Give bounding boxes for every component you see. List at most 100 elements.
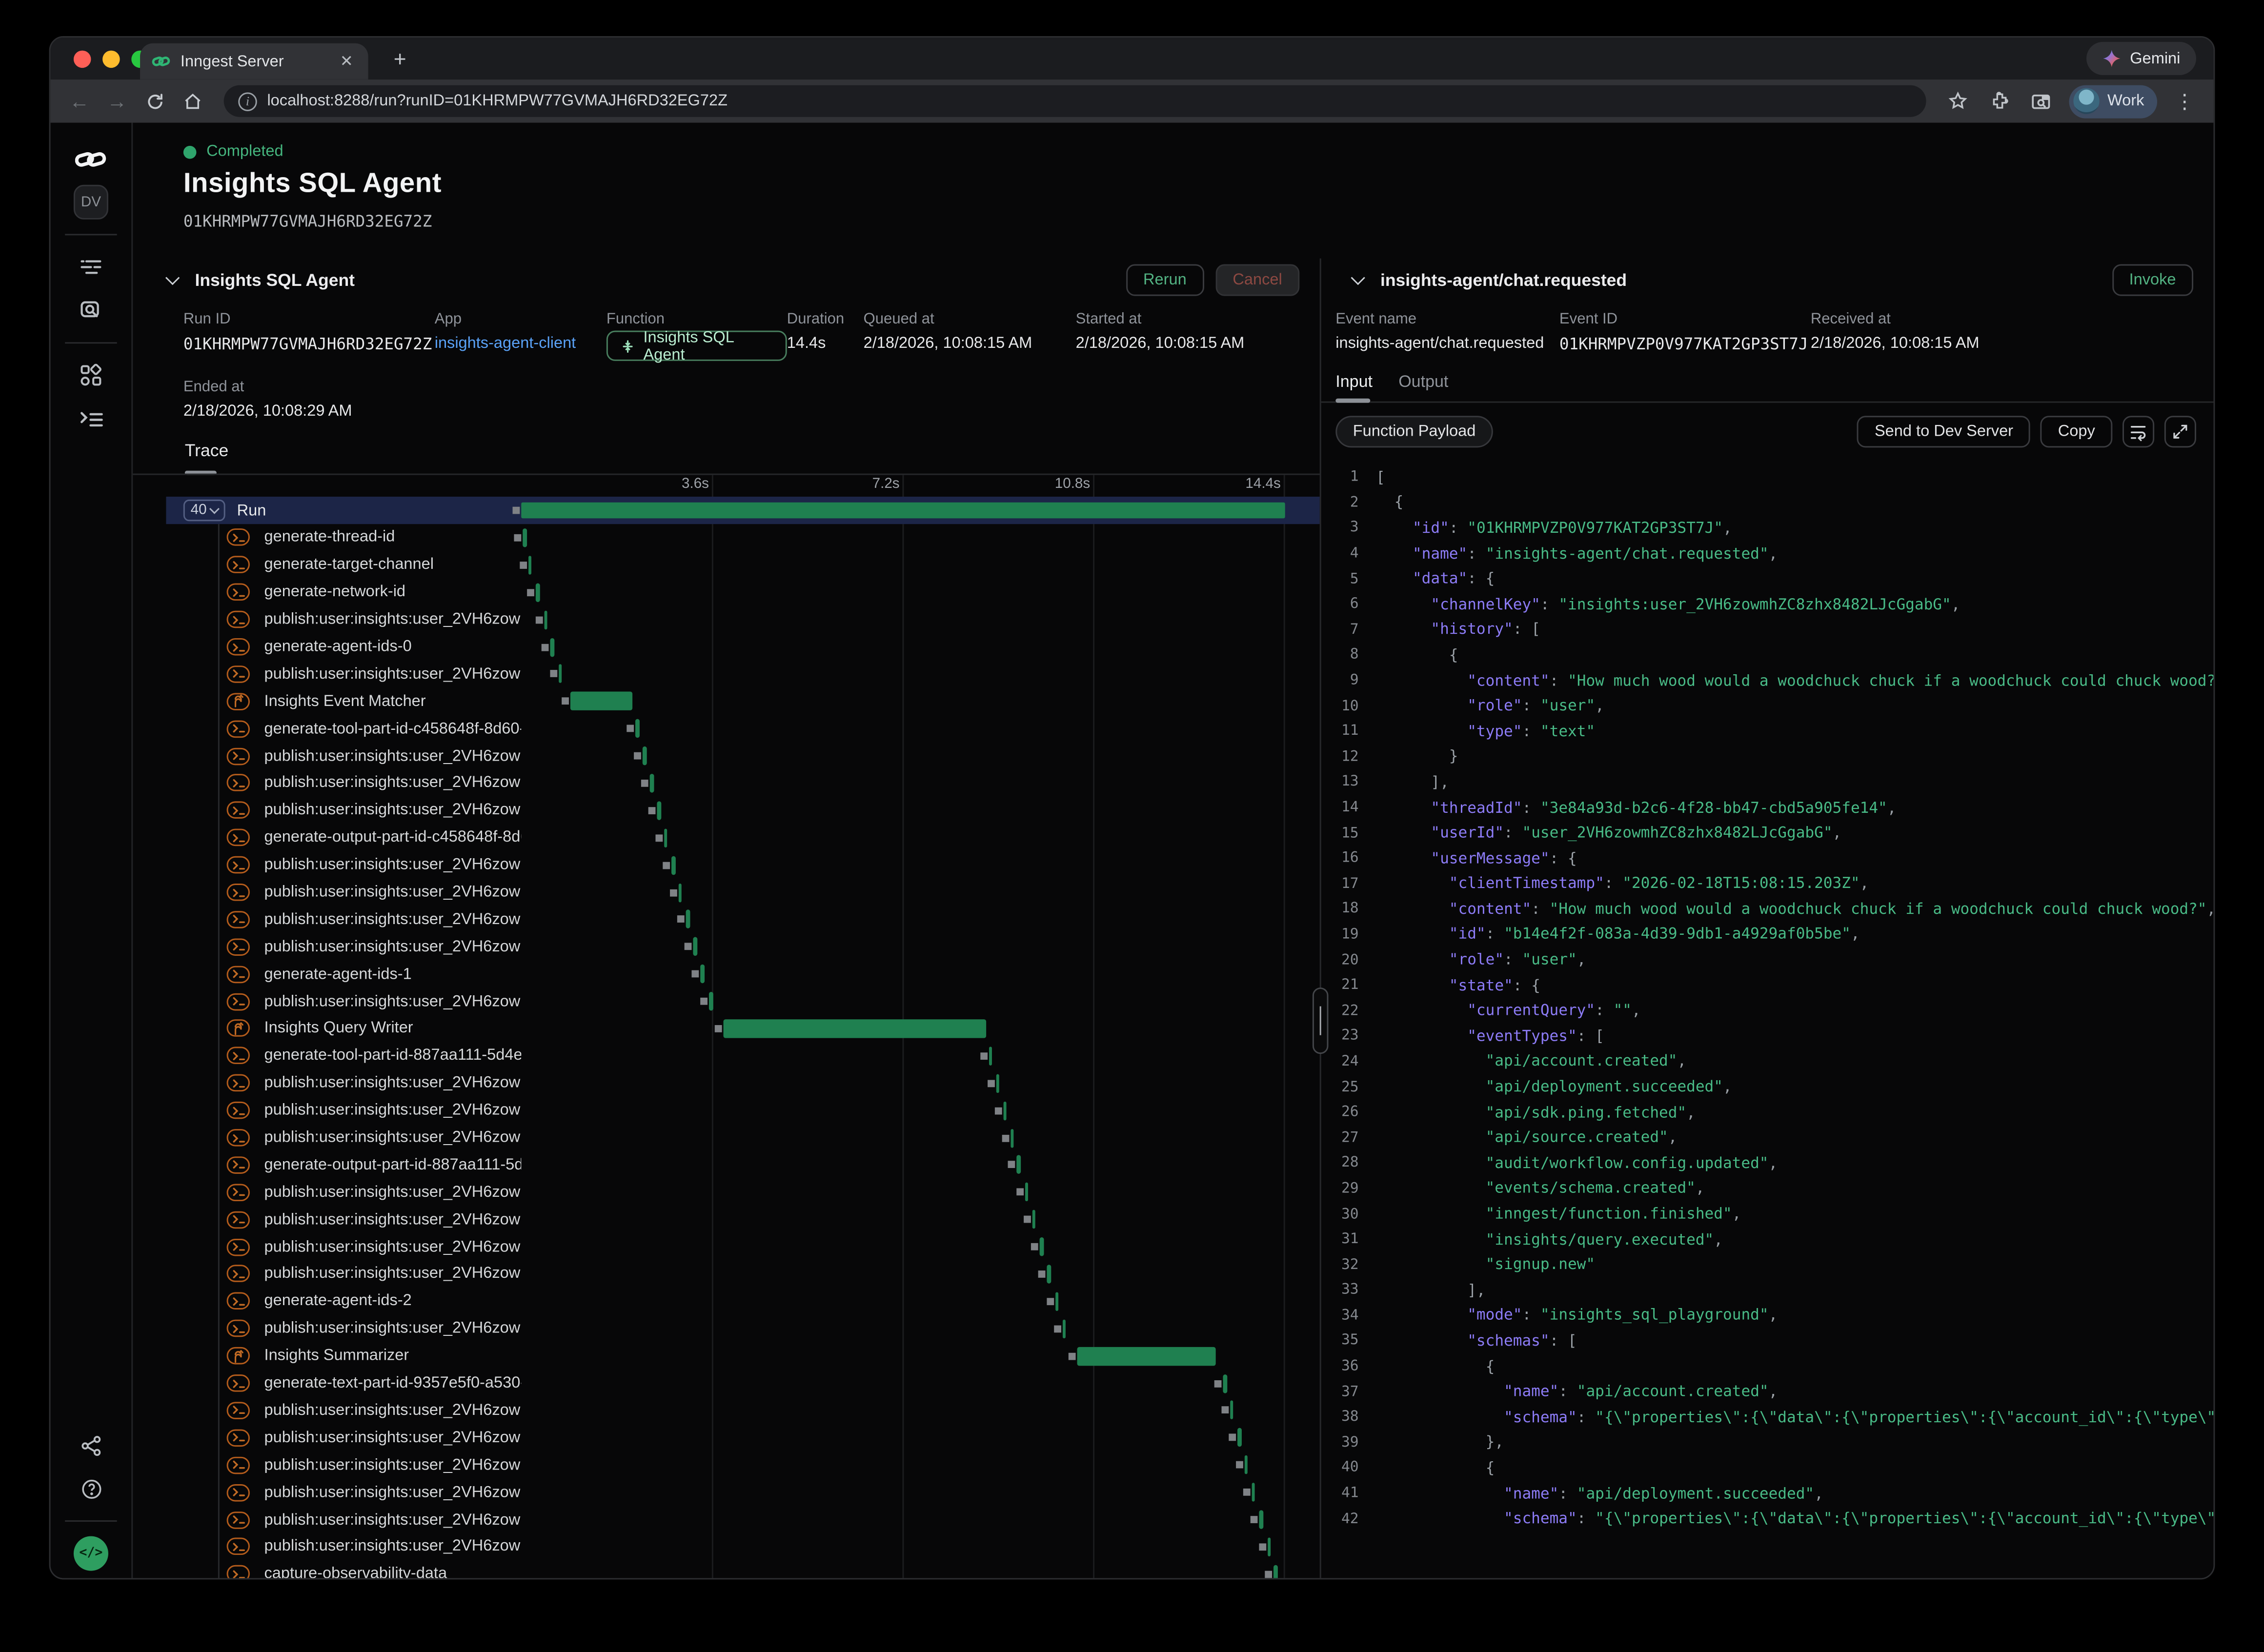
sidebar-item-events[interactable] <box>65 292 117 329</box>
tab-output[interactable]: Output <box>1398 374 1448 401</box>
trace-row[interactable]: publish:user:insights:user_2VH6zowmh... <box>166 797 1319 824</box>
trace-step-label: publish:user:insights:user_2VH6zowmh... <box>264 1511 522 1529</box>
trace-row[interactable]: generate-thread-id <box>166 524 1319 551</box>
run-details-row: Run ID01KHRMPW77GVMAJH6RD32EG72ZAppinsig… <box>183 310 1320 361</box>
trace-row[interactable]: publish:user:insights:user_2VH6zowmh... <box>166 606 1319 633</box>
trace-row[interactable]: generate-agent-ids-1 <box>166 961 1319 988</box>
trace-row[interactable]: generate-agent-ids-0 <box>166 633 1319 661</box>
status-dot-icon <box>183 145 197 158</box>
trace-row[interactable]: publish:user:insights:user_2VH6zowmh... <box>166 1069 1319 1097</box>
back-icon[interactable]: ← <box>65 87 94 116</box>
json-line: 6 "channelKey": "insights:user_2VH6zowmh… <box>1321 592 2214 617</box>
trace-row[interactable]: publish:user:insights:user_2VH6zowmh... <box>166 769 1319 797</box>
inngest-favicon-icon <box>152 52 170 71</box>
trace-row[interactable]: publish:user:insights:user_2VH6zowmh... <box>166 1097 1319 1124</box>
tab-close-icon[interactable]: ✕ <box>336 52 356 71</box>
new-tab-button[interactable]: + <box>385 46 414 75</box>
browser-tab[interactable]: Inngest Server ✕ <box>140 43 368 80</box>
site-info-icon[interactable]: i <box>238 92 257 110</box>
span-bar <box>693 937 696 956</box>
forward-icon[interactable]: → <box>102 87 131 116</box>
json-line: 38 "schema": "{\"properties\":{\"data\":… <box>1321 1405 2214 1430</box>
send-to-dev-server-button[interactable]: Send to Dev Server <box>1857 416 2030 447</box>
trace-row[interactable]: publish:user:insights:user_2VH6zowmh... <box>166 1506 1319 1533</box>
chevron-down-icon[interactable] <box>1351 270 1365 284</box>
expand-icon[interactable] <box>2164 416 2196 447</box>
inngest-logo-icon[interactable] <box>65 140 117 178</box>
trace-row[interactable]: publish:user:insights:user_2VH6zowmh... <box>166 988 1319 1015</box>
trace-row[interactable]: generate-tool-part-id-887aa111-5d4e-45..… <box>166 1042 1319 1069</box>
browser-menu-icon[interactable]: ⋮ <box>2170 87 2199 116</box>
child-count-badge[interactable]: 40 <box>183 500 225 521</box>
help-icon[interactable] <box>65 1470 117 1507</box>
window-controls[interactable] <box>74 51 149 68</box>
trace-row[interactable]: publish:user:insights:user_2VH6zowmh... <box>166 1315 1319 1342</box>
trace-row[interactable]: publish:user:insights:user_2VH6zowmh... <box>166 933 1319 961</box>
cancel-button[interactable]: Cancel <box>1215 264 1299 296</box>
home-icon[interactable] <box>178 87 206 116</box>
trace-row[interactable]: Insights Event Matcher <box>166 688 1319 715</box>
tab-input[interactable]: Input <box>1335 374 1373 401</box>
close-window-button[interactable] <box>74 51 91 68</box>
event-meta-field: Event nameinsights-agent/chat.requested <box>1335 310 1559 354</box>
pane-divider[interactable] <box>1320 259 1321 1580</box>
reload-icon[interactable] <box>140 87 169 116</box>
trace-row[interactable]: generate-output-part-id-887aa111-5d4... <box>166 1151 1319 1179</box>
trace-row[interactable]: capture-observability-data <box>166 1560 1319 1579</box>
sidebar-item-apps[interactable] <box>65 357 117 394</box>
url-text[interactable]: localhost:8288/run?runID=01KHRMPW77GVMAJ… <box>267 92 728 110</box>
trace-row[interactable]: publish:user:insights:user_2VH6zowmh... <box>166 851 1319 879</box>
payload-json[interactable]: 1[2 {3 "id": "01KHRMPVZP0V977KAT2GP3ST7J… <box>1321 459 2214 1579</box>
trace-row[interactable]: publish:user:insights:user_2VH6zowmh... <box>166 661 1319 688</box>
trace-row[interactable]: generate-network-id <box>166 579 1319 606</box>
trace-row[interactable]: Insights Query Writer <box>166 1015 1319 1042</box>
rerun-button[interactable]: Rerun <box>1126 264 1204 296</box>
minimize-window-button[interactable] <box>102 51 120 68</box>
env-avatar[interactable]: DV <box>74 185 108 220</box>
trace-row[interactable]: generate-target-channel <box>166 551 1319 579</box>
extensions-icon[interactable] <box>1985 87 2014 116</box>
trace-row[interactable]: generate-output-part-id-c458648f-8d6... <box>166 824 1319 851</box>
sidebar-item-dev-server[interactable] <box>65 400 117 438</box>
trace-row[interactable]: publish:user:insights:user_2VH6zowmh... <box>166 1533 1319 1561</box>
function-pill[interactable]: Insights SQL Agent <box>606 331 787 361</box>
trace-row[interactable]: publish:user:insights:user_2VH6zowmh... <box>166 1261 1319 1288</box>
rail-divider <box>65 1520 117 1522</box>
invoke-button[interactable]: Invoke <box>2112 264 2193 296</box>
trace-row[interactable]: publish:user:insights:user_2VH6zowmh... <box>166 1233 1319 1261</box>
tab-search-icon[interactable] <box>2026 87 2055 116</box>
dev-tools-button[interactable]: </> <box>74 1536 108 1571</box>
trace-row[interactable]: publish:user:insights:user_2VH6zowmh... <box>166 1479 1319 1506</box>
trace-row[interactable]: generate-agent-ids-2 <box>166 1288 1319 1315</box>
trace-row[interactable]: publish:user:insights:user_2VH6zowmh... <box>166 742 1319 769</box>
tab-trace[interactable]: Trace <box>185 438 1320 475</box>
gemini-button[interactable]: Gemini <box>2087 42 2196 75</box>
bookmark-star-icon[interactable] <box>1943 87 1972 116</box>
sidebar-item-runs[interactable] <box>65 248 117 286</box>
sidebar-rail: DV <box>51 123 133 1580</box>
trace-row[interactable]: publish:user:insights:user_2VH6zowmh... <box>166 1179 1319 1206</box>
profile-chip[interactable]: Work <box>2068 84 2157 118</box>
field-label: Received at <box>1811 310 1980 328</box>
trace-row[interactable]: generate-text-part-id-9357e5f0-a530-4... <box>166 1370 1319 1397</box>
trace-row[interactable]: publish:user:insights:user_2VH6zowmh... <box>166 879 1319 906</box>
trace-row[interactable]: generate-tool-part-id-c458648f-8d60-... <box>166 715 1319 742</box>
trace-row-run[interactable]: 40 Run <box>166 497 1319 524</box>
word-wrap-icon[interactable] <box>2122 416 2154 447</box>
trace-row[interactable]: publish:user:insights:user_2VH6zowmh... <box>166 1397 1319 1424</box>
trace-row[interactable]: publish:user:insights:user_2VH6zowmh... <box>166 1124 1319 1151</box>
trace-row[interactable]: publish:user:insights:user_2VH6zowmh... <box>166 1424 1319 1451</box>
trace-row[interactable]: publish:user:insights:user_2VH6zowmh... <box>166 1206 1319 1233</box>
trace-row[interactable]: publish:user:insights:user_2VH6zowmh... <box>166 1451 1319 1479</box>
url-bar[interactable]: i localhost:8288/run?runID=01KHRMPW77GVM… <box>224 85 1926 117</box>
trace-step-label: publish:user:insights:user_2VH6zowmh... <box>264 1184 522 1201</box>
chevron-down-icon[interactable] <box>165 270 180 284</box>
tick-label: 14.4s <box>1194 477 1281 493</box>
share-icon[interactable] <box>65 1427 117 1464</box>
trace-row[interactable]: publish:user:insights:user_2VH6zowmh... <box>166 906 1319 933</box>
payload-type-pill[interactable]: Function Payload <box>1335 416 1493 447</box>
line-number: 38 <box>1321 1410 1359 1426</box>
trace-row[interactable]: Insights Summarizer <box>166 1342 1319 1370</box>
app-link[interactable]: insights-agent-client <box>435 335 606 353</box>
copy-button[interactable]: Copy <box>2041 416 2112 447</box>
